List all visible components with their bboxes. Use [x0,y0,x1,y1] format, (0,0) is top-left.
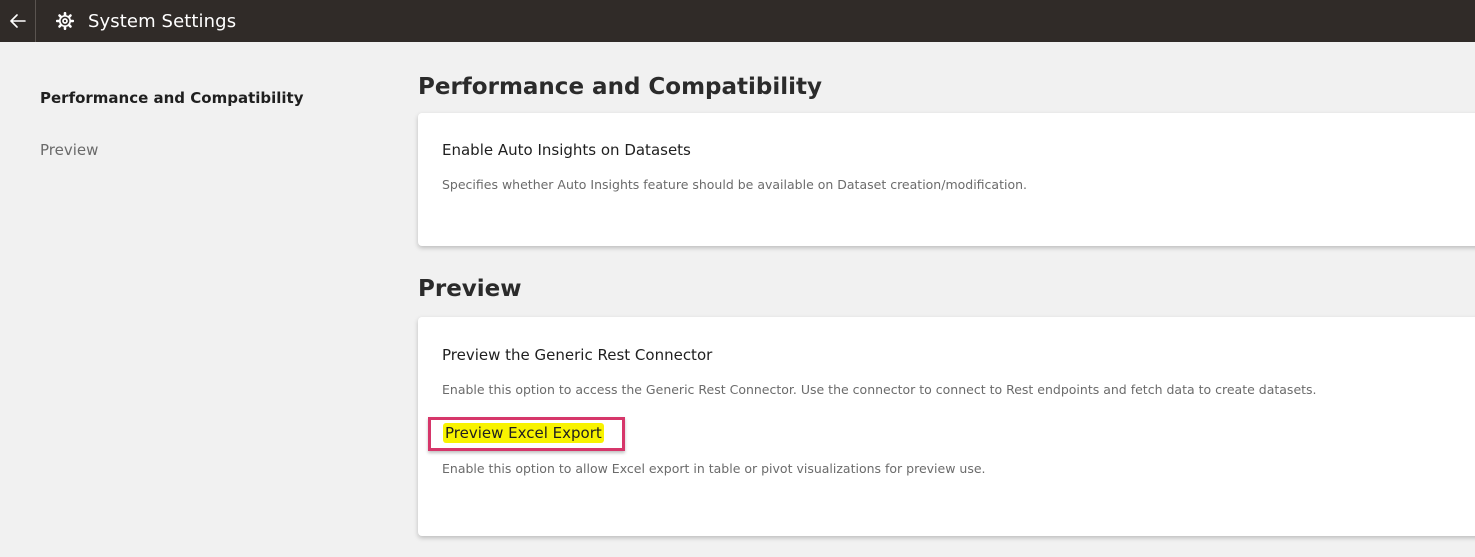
setting-title-auto-insights: Enable Auto Insights on Datasets [442,141,691,159]
sidebar-item-performance-and-compatibility[interactable]: Performance and Compatibility [40,86,370,110]
setting-title-excel-export: Preview Excel Export [443,423,604,443]
setting-description-excel-export: Enable this option to allow Excel export… [442,461,986,476]
setting-card-preview: Preview the Generic Rest Connector Enabl… [418,317,1475,536]
setting-description-auto-insights: Specifies whether Auto Insights feature … [442,177,1027,192]
page-title: System Settings [88,10,237,32]
settings-content: Performance and Compatibility Enable Aut… [418,70,1475,536]
setting-description-generic-rest-connector: Enable this option to access the Generic… [442,382,1317,397]
back-button[interactable] [0,0,36,42]
app-header: System Settings [0,0,1475,42]
setting-card-performance: Enable Auto Insights on Datasets Specifi… [418,113,1475,246]
highlight-annotation-box: Preview Excel Export [428,417,625,451]
settings-sidebar: Performance and Compatibility Preview [40,86,370,190]
sidebar-item-preview[interactable]: Preview [40,138,370,162]
setting-title-generic-rest-connector: Preview the Generic Rest Connector [442,346,713,364]
arrow-left-icon [9,14,26,28]
section-title-preview: Preview [418,276,522,302]
gear-icon [56,12,74,30]
section-title-performance: Performance and Compatibility [418,74,823,100]
